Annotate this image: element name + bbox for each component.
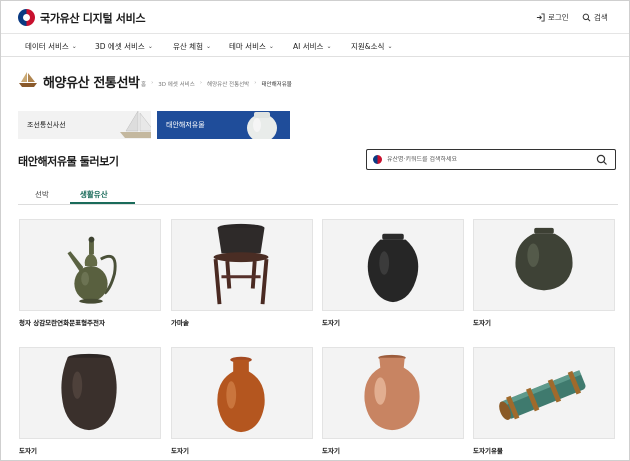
breadcrumb-separator-icon: › [151,80,154,86]
login-icon [536,13,545,22]
main-nav: 데이터 서비스 ⌄ 3D 에셋 서비스 ⌄ 유산 체험 ⌄ 테마 서비스 ⌄ AI 서비… [1,35,629,57]
chevron-down-icon: ⌄ [268,43,274,50]
section-title: 태안해저유물 둘러보기 [18,155,119,168]
search-label: 검색 [594,13,608,22]
chevron-down-icon: ⌄ [387,43,393,50]
relic-card-black-jar[interactable] [322,219,464,311]
relic-caption: 도자기 [19,447,37,455]
breadcrumb-item[interactable]: 3D 에셋 서비스 [158,80,195,88]
search-input[interactable] [387,156,587,163]
nav-label: AI 서비스 [293,42,324,51]
chevron-down-icon: ⌄ [326,43,332,50]
tab-daily-life-heritage[interactable]: 생활유산 [80,189,108,200]
breadcrumb-item[interactable]: 해양유산 전통선박 [207,80,249,88]
login-link[interactable]: 로그인 [536,12,569,23]
cylinder-relic-image [499,370,586,420]
nav-support-news[interactable]: 지원&소식 ⌄ [351,41,392,52]
green-jar-image [515,227,573,291]
relic-caption: 가마솥 [171,319,189,327]
jar-thumbnail [247,112,277,139]
category-label: 태안해저유물 [166,121,205,129]
black-jar-image [367,233,419,303]
chevron-down-icon: ⌄ [147,43,153,50]
nav-theme-service[interactable]: 테마 서비스 ⌄ [229,41,274,52]
breadcrumb-current: 태안해저유물 [261,82,292,88]
relic-caption: 청자 상감모란연화문표형주전자 [19,319,105,327]
category-taean-underwater-relics[interactable]: 태안해저유물 [157,111,290,139]
nav-label: 데이터 서비스 [25,42,69,51]
relic-card-dark-jar[interactable] [19,347,161,439]
relic-card-iron-cauldron[interactable] [171,219,313,311]
category-joseon-envoy-ship[interactable]: 조선통신사선 [18,111,151,139]
login-label: 로그인 [548,13,569,22]
relic-card-green-jar[interactable] [473,219,615,311]
site-logo[interactable]: 국가유산 디지털 서비스 [18,9,146,26]
nav-ai-service[interactable]: AI 서비스 ⌄ [293,41,331,52]
tan-jar-image [364,354,420,431]
chevron-down-icon: ⌄ [205,43,212,50]
dark-jar-image [61,353,117,431]
brown-bottle-image [217,356,265,433]
nav-heritage-experience[interactable]: 유산 체험 ⌄ [173,41,211,52]
search-icon [582,13,591,22]
category-label: 조선통신사선 [27,121,66,129]
relic-search-box [366,149,616,170]
chevron-down-icon: ⌄ [71,43,77,50]
tab-ship[interactable]: 선박 [35,189,49,200]
relic-card-celadon-ewer[interactable] [19,219,161,311]
page-frame: 국가유산 디지털 서비스 로그인 검색 데이터 서비스 ⌄ 3D 에셋 서비스 ⌄ … [0,0,630,461]
relic-caption: 도자기 [473,319,491,327]
active-tab-indicator [70,202,135,204]
breadcrumb: 홈 › 3D 에셋 서비스 › 해양유산 전통선박 › 태안해저유물 [141,80,292,88]
relic-caption: 도자기 [171,447,189,455]
nav-label: 테마 서비스 [229,42,266,51]
taegeuk-logo-icon [18,9,35,26]
header-search-link[interactable]: 검색 [582,12,608,23]
search-icon[interactable] [596,154,608,166]
breadcrumb-home[interactable]: 홈 [141,80,146,88]
relic-caption: 도자기유물 [473,447,503,455]
ship-thumbnail [120,111,151,138]
nav-label: 3D 에셋 서비스 [95,42,145,51]
relic-card-tan-jar[interactable] [322,347,464,439]
nav-label: 지원&소식 [351,42,385,51]
taegeuk-logo-icon [373,155,382,164]
breadcrumb-separator-icon: › [254,80,257,86]
breadcrumb-separator-icon: › [199,80,203,86]
ship-icon [19,72,37,87]
page-title: 해양유산 전통선박 [43,76,140,91]
relic-card-cylinder-relic[interactable] [473,347,615,439]
logo-text: 국가유산 디지털 서비스 [40,11,146,25]
tab-bar: 선박 생활유산 [18,186,618,205]
relic-caption: 도자기 [322,319,340,327]
iron-cauldron-image [213,223,269,305]
celadon-ewer-image [67,236,117,304]
relic-caption: 도자기 [322,447,340,455]
relic-card-brown-bottle[interactable] [171,347,313,439]
top-header: 국가유산 디지털 서비스 로그인 검색 [1,1,629,34]
nav-3d-asset[interactable]: 3D 에셋 서비스 ⌄ [95,41,153,52]
nav-label: 유산 체험 [173,42,203,51]
nav-data-service[interactable]: 데이터 서비스 ⌄ [25,41,77,52]
